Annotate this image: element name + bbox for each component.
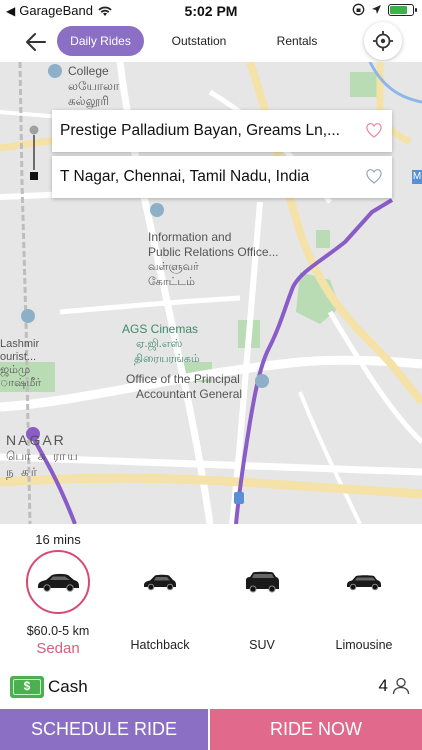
map-label-nagar-ta2: ந கர்	[6, 465, 39, 479]
map-label-kashmir: Lashmir ourist... ஜம்மு ாஷ்மீர்	[0, 338, 41, 390]
map-label-cinema-ta2: திரையரங்கம்	[134, 353, 200, 365]
vehicle-name: Limousine	[335, 638, 393, 652]
battery-level	[390, 5, 408, 14]
cash-icon	[10, 676, 44, 698]
tab-rentals[interactable]: Rentals	[262, 26, 332, 56]
map-label-kashmir-3: ஜம்மு	[0, 364, 31, 376]
tab-daily-rides[interactable]: Daily Rides	[57, 26, 144, 56]
back-button[interactable]	[22, 28, 50, 56]
crosshair-icon	[373, 31, 393, 51]
payment-method-label: Cash	[48, 677, 88, 696]
ride-options-panel: 16 mins $60.0-5 km Sedan Hatchback SUV L…	[0, 524, 422, 750]
vehicle-option-hatchback[interactable]: Hatchback	[110, 550, 210, 652]
map-label-accountant-office: Office of the Principal Accountant Gener…	[126, 372, 242, 402]
suv-car-icon	[246, 571, 279, 593]
orientation-lock-icon	[352, 3, 365, 16]
arrow-left-icon	[26, 33, 46, 51]
map-label-office-2: Accountant General	[136, 387, 243, 401]
pickup-address-field[interactable]: Prestige Palladium Bayan, Greams Ln,...	[52, 110, 392, 152]
map-label-cinema-ta1: ஏ.ஜி.எஸ்	[136, 338, 183, 350]
map-label-kashmir-4: ாஷ்மீர்	[0, 377, 42, 389]
drop-address-field[interactable]: T Nagar, Chennai, Tamil Nadu, India	[52, 156, 392, 198]
location-arrow-icon	[372, 5, 381, 14]
vehicle-option-suv[interactable]: SUV	[212, 550, 312, 652]
vehicle-icon-wrap	[128, 550, 192, 614]
vehicle-icon-wrap	[230, 550, 294, 614]
map-view[interactable]: College லயோலா கல்லூரி Information and Pu…	[0, 62, 422, 524]
tab-outstation[interactable]: Outstation	[160, 26, 238, 56]
vehicle-name: Hatchback	[130, 638, 190, 652]
map-label-college-ta1: லயோலா	[68, 79, 120, 93]
limousine-car-icon	[347, 575, 381, 591]
map-label-kashmir-2: ourist...	[0, 351, 37, 363]
map-label-cinema-en: AGS Cinemas	[122, 322, 199, 336]
map-label-info-1: Information and	[148, 230, 232, 244]
vehicle-option-limousine[interactable]: Limousine	[314, 550, 414, 652]
seat-count-value: 4	[378, 676, 388, 695]
map-label-nagar: NAGAR பொ க ராய ந கர்	[6, 432, 80, 480]
vehicle-icon-wrap	[332, 550, 396, 614]
vehicle-fare: $60.0-5 km	[26, 624, 90, 638]
person-icon	[392, 677, 410, 695]
map-label-nagar-en: NAGAR	[6, 432, 66, 448]
map-label-info-2: Public Relations Office...	[148, 245, 279, 259]
status-bar: ◀ GarageBand 5:02 PM	[0, 0, 422, 22]
eta-label: 16 mins	[35, 532, 81, 547]
vehicle-name: SUV	[249, 638, 275, 652]
map-label-cinema: AGS Cinemas ஏ.ஜி.எஸ் திரையரங்கம்	[122, 322, 200, 367]
heart-icon[interactable]	[366, 169, 382, 184]
map-label-college-en: College	[68, 64, 109, 78]
top-nav: Daily Rides Outstation Rentals	[0, 22, 422, 62]
map-label-info-office: Information and Public Relations Office.…	[148, 230, 279, 290]
vehicle-icon-wrap	[26, 550, 90, 614]
drop-address-text: T Nagar, Chennai, Tamil Nadu, India	[60, 168, 310, 185]
heart-icon[interactable]	[366, 123, 382, 138]
map-label-office-1: Office of the Principal	[126, 372, 240, 386]
payment-method[interactable]: Cash	[10, 676, 88, 698]
map-label-kashmir-1: Lashmir	[0, 338, 40, 350]
ride-now-button[interactable]: RIDE NOW	[210, 709, 422, 750]
vehicle-name: Sedan	[36, 640, 80, 657]
sedan-car-icon	[38, 573, 79, 592]
map-label-info-ta1: வள்ளுவர்	[148, 261, 199, 273]
hatchback-car-icon	[144, 574, 176, 591]
battery-icon	[388, 3, 417, 16]
pickup-address-text: Prestige Palladium Bayan, Greams Ln,...	[60, 122, 340, 139]
map-label-college: College லயோலா கல்லூரி	[68, 64, 119, 109]
schedule-ride-button[interactable]: SCHEDULE RIDE	[0, 709, 210, 750]
map-label-info-ta2: கோட்டம்	[148, 276, 195, 288]
seat-count[interactable]: 4	[379, 676, 410, 696]
vehicle-option-sedan[interactable]: $60.0-5 km Sedan	[8, 550, 108, 657]
status-right	[352, 3, 417, 16]
metro-station-icon: M	[412, 170, 422, 184]
map-label-college-ta2: கல்லூரி	[68, 94, 109, 108]
map-label-nagar-ta1: பொ க ராய	[6, 449, 80, 463]
locate-me-button[interactable]	[364, 22, 402, 60]
action-bar: SCHEDULE RIDE RIDE NOW	[0, 709, 422, 750]
